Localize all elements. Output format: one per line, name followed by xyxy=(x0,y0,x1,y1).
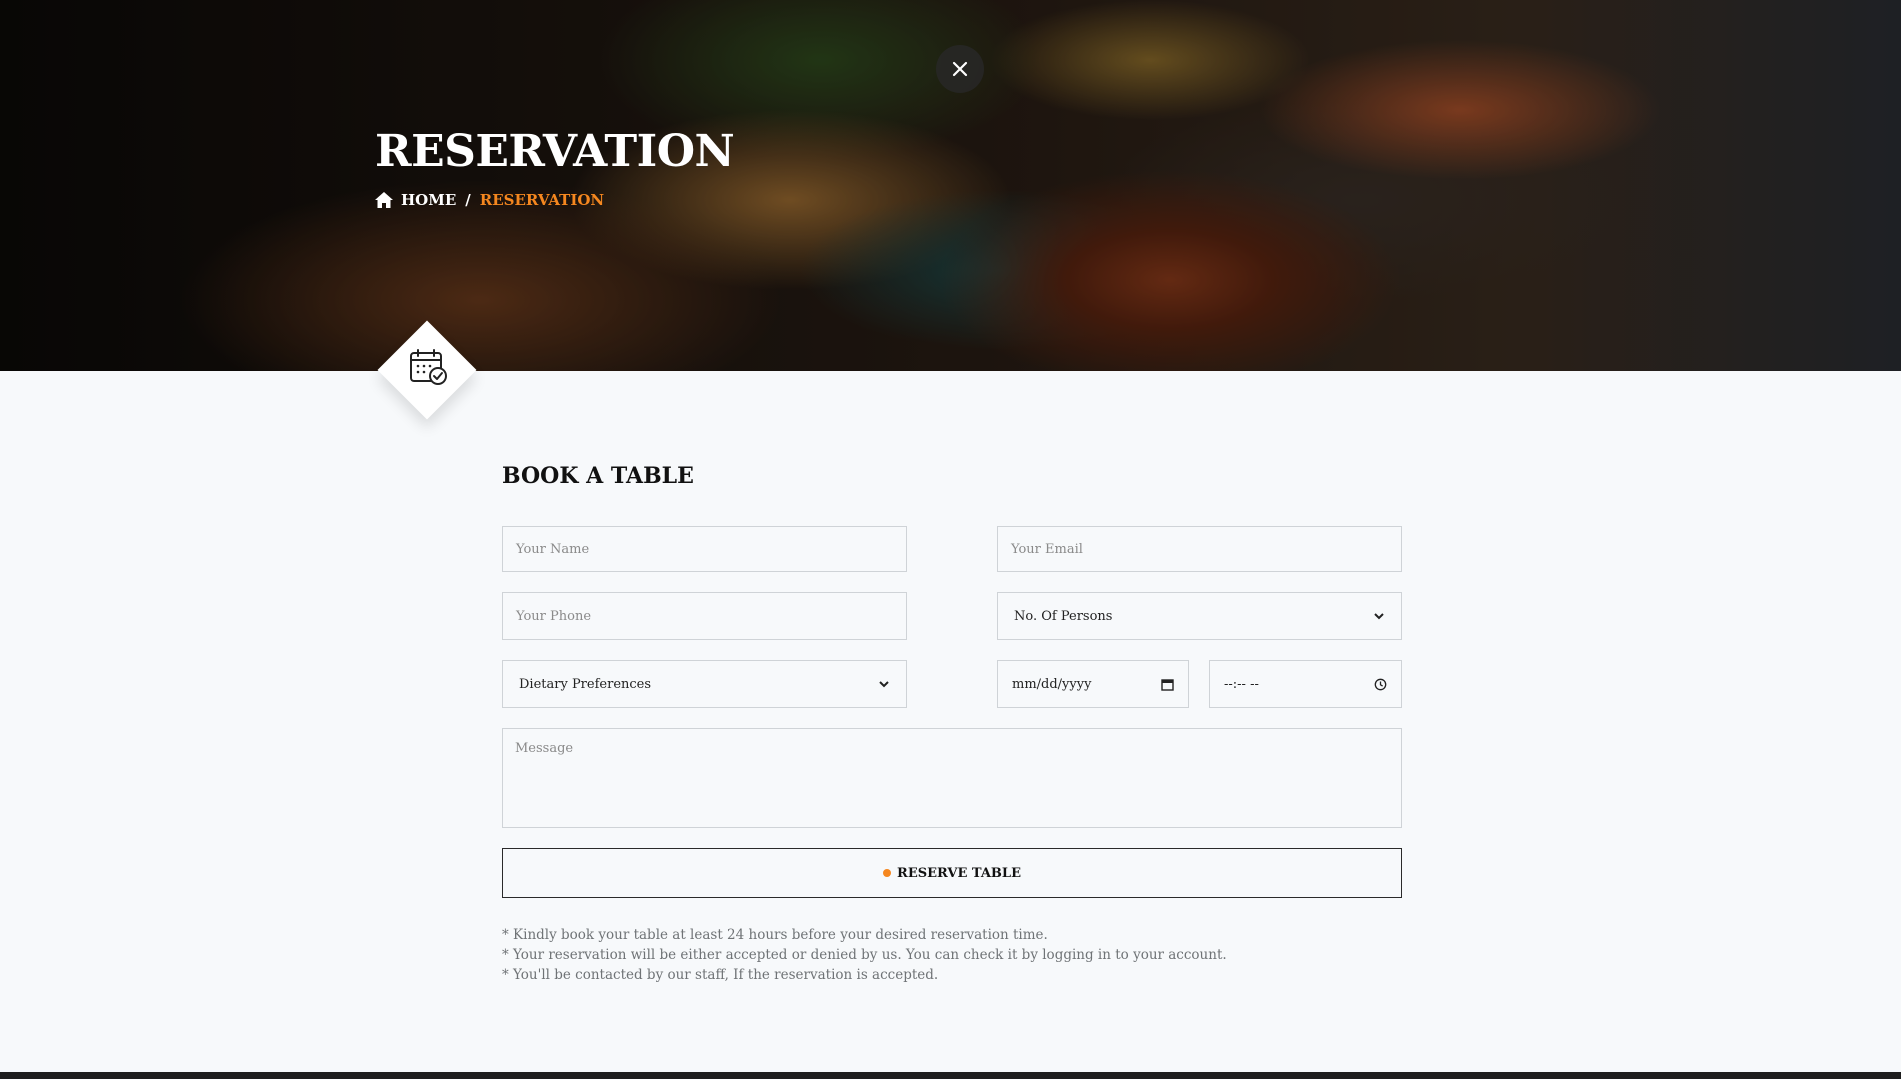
chevron-down-icon xyxy=(1374,613,1384,620)
date-input[interactable]: mm/dd/yyyy xyxy=(997,660,1189,708)
reserve-table-button[interactable]: RESERVE TABLE xyxy=(502,848,1402,898)
phone-input[interactable]: Your Phone xyxy=(502,592,907,640)
breadcrumb-current: RESERVATION xyxy=(479,191,605,209)
note-item: * Your reservation will be either accept… xyxy=(502,947,1227,963)
breadcrumb-home-link[interactable]: HOME xyxy=(375,191,456,209)
message-placeholder: Message xyxy=(515,741,574,756)
chevron-down-icon xyxy=(879,681,889,688)
home-icon xyxy=(375,192,393,208)
note-item: * You'll be contacted by our staff, If t… xyxy=(502,967,939,983)
close-button[interactable] xyxy=(936,45,984,93)
breadcrumb-separator: / xyxy=(465,191,471,209)
phone-placeholder: Your Phone xyxy=(516,608,592,624)
note-item: * Kindly book your table at least 24 hou… xyxy=(502,927,1048,943)
footer-edge xyxy=(0,1072,1901,1079)
calendar-check-icon xyxy=(410,349,447,385)
page-title: RESERVATION xyxy=(375,126,735,177)
hero-banner: RESERVATION HOME / RESERVATION xyxy=(0,0,1901,371)
clock-icon[interactable] xyxy=(1374,678,1387,691)
breadcrumb-home-label: HOME xyxy=(401,191,457,209)
accent-dot xyxy=(883,869,892,877)
email-input[interactable]: Your Email xyxy=(997,526,1402,572)
message-textarea[interactable]: Message xyxy=(502,728,1402,828)
persons-value: No. Of Persons xyxy=(1014,608,1113,624)
persons-select[interactable]: No. Of Persons xyxy=(997,592,1402,640)
form-title: BOOK A TABLE xyxy=(502,463,694,489)
date-placeholder: mm/dd/yyyy xyxy=(1012,676,1092,692)
time-placeholder: --:-- -- xyxy=(1224,676,1259,692)
reserve-table-label: RESERVE TABLE xyxy=(897,865,1021,881)
close-icon xyxy=(952,61,968,77)
name-placeholder: Your Name xyxy=(516,541,590,557)
dietary-value: Dietary Preferences xyxy=(519,676,652,692)
reservation-notes: * Kindly book your table at least 24 hou… xyxy=(502,925,1227,985)
dietary-select[interactable]: Dietary Preferences xyxy=(502,660,907,708)
email-placeholder: Your Email xyxy=(1011,541,1083,557)
calendar-icon[interactable] xyxy=(1161,678,1174,691)
breadcrumb: HOME / RESERVATION xyxy=(375,191,604,209)
name-input[interactable]: Your Name xyxy=(502,526,907,572)
time-input[interactable]: --:-- -- xyxy=(1209,660,1402,708)
